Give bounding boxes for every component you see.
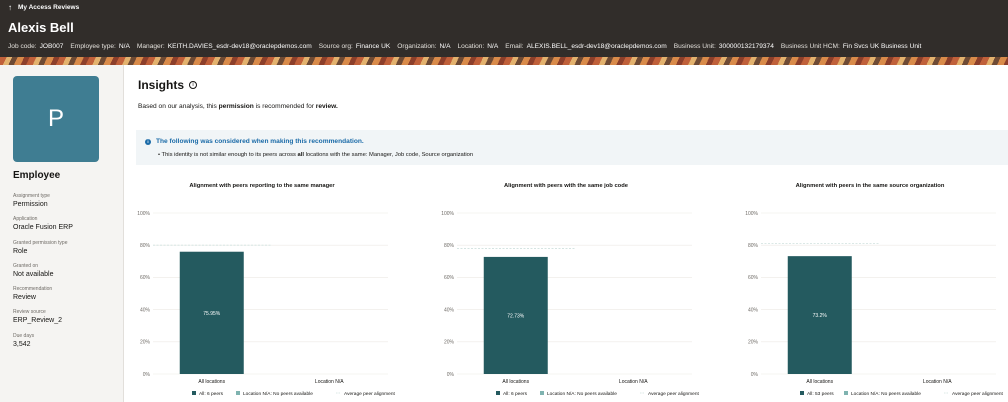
y-tick-label: 80% [140, 243, 151, 249]
attr-review-source: Review source ERP_Review_2 [13, 309, 63, 325]
x-tick-label: Location N/A [619, 379, 648, 385]
legend-label-location: Location N/A: No peers available [851, 391, 921, 397]
identity-name: Alexis Bell [8, 20, 74, 35]
attr-assignment-type: Assignment type Permission [13, 193, 50, 208]
x-tick-label: Location N/A [923, 379, 952, 385]
legend-label-all: All: 6 peers [199, 391, 224, 397]
page-header: ↑ My Access Reviews Alexis Bell Job code… [0, 0, 1008, 57]
legend-swatch-all [192, 391, 196, 395]
meta-email: Email: ALEXIS.BELL_esdr-dev18@oraclepdemo… [505, 43, 667, 50]
legend-swatch-all [496, 391, 500, 395]
y-tick-label: 60% [140, 275, 151, 281]
x-tick-label: All locations [502, 379, 529, 385]
legend-swatch-location [844, 391, 848, 395]
chart-title: Alignment with peers reporting to the sa… [189, 183, 335, 189]
legend-label-average: Average peer alignment [648, 391, 700, 397]
legend-label-location: Location N/A: No peers available [547, 391, 617, 397]
info-circle-icon: i [145, 138, 151, 145]
legend-swatch-location [236, 391, 240, 395]
y-tick-label: 20% [140, 340, 151, 346]
meta-manager: Manager: KEITH.DAVIES_esdr-dev18@oraclepd… [136, 43, 312, 50]
info-icon[interactable]: i [189, 81, 198, 89]
meta-employee-type: Employee type: N/A [70, 43, 130, 50]
header-decorative-banner [0, 57, 1008, 65]
bar-value-label: 73.2% [813, 313, 828, 319]
avatar: P [13, 76, 99, 162]
bar-value-label: 75.95% [203, 311, 221, 317]
attr-due-days: Due days 3,542 [13, 332, 35, 348]
legend-label-location: Location N/A: No peers available [243, 391, 313, 397]
recommendation-summary: Based on our analysis, this permission i… [138, 103, 338, 110]
y-tick-label: 60% [748, 275, 759, 281]
y-tick-label: 60% [444, 275, 455, 281]
meta-organization: Organization: N/A [397, 43, 451, 50]
y-tick-label: 100% [441, 211, 454, 217]
x-tick-label: All locations [806, 379, 833, 385]
y-tick-label: 0% [447, 372, 455, 378]
legend-label-average: Average peer alignment [344, 391, 396, 397]
y-tick-label: 0% [751, 372, 759, 378]
legend-label-all: All: 6 peers [503, 391, 528, 397]
meta-location: Location: N/A [457, 43, 499, 50]
insights-title-row: Insights i [138, 77, 198, 93]
attr-granted-permission-type: Granted permission type Role [13, 239, 68, 255]
y-tick-label: 100% [137, 211, 150, 217]
y-tick-label: 40% [444, 307, 455, 313]
back-link[interactable]: ↑ My Access Reviews [8, 3, 79, 13]
legend-label-all: All: 53 peers [807, 391, 834, 397]
back-link-label: My Access Reviews [18, 4, 80, 11]
assignment-sidebar: P Employee Assignment type Permission App… [0, 65, 124, 402]
y-tick-label: 40% [140, 307, 151, 313]
assignment-attributes: Assignment type Permission Application Ora… [13, 193, 118, 356]
insights-panel: Insights i Based on our analysis, this p… [124, 65, 1008, 402]
legend-swatch-location [540, 391, 544, 395]
bar-value-label: 72.73% [507, 313, 525, 319]
y-tick-label: 80% [444, 243, 455, 249]
y-tick-label: 0% [143, 372, 151, 378]
alignment-charts-svg: Alignment with peers reporting to the sa… [137, 183, 1004, 397]
meta-business-unit-hcm: Business Unit HCM: Fin Svcs UK Business U… [780, 43, 922, 50]
notice-title: The following was considered when making… [156, 138, 364, 145]
y-tick-label: 80% [748, 243, 759, 249]
y-tick-label: 40% [748, 307, 759, 313]
meta-source-org: Source org: Finance UK [318, 43, 391, 50]
page-title: Insights [138, 78, 185, 92]
y-tick-label: 20% [444, 340, 455, 346]
attr-recommendation: Recommendation Review [13, 286, 53, 302]
attr-granted-on: Granted on Not available [13, 262, 54, 278]
chart-title: Alignment with peers in the same source … [796, 183, 945, 189]
back-arrow-icon: ↑ [8, 3, 12, 12]
recommendation-notice: i The following was considered when maki… [136, 130, 1008, 165]
legend-swatch-all [800, 391, 804, 395]
x-tick-label: Location N/A [315, 379, 344, 385]
alignment-charts: Alignment with peers reporting to the sa… [124, 177, 1008, 402]
y-tick-label: 100% [745, 211, 758, 217]
avatar-letter: P [47, 105, 64, 132]
meta-job-code: Job code: JOB007 [8, 43, 64, 50]
meta-business-unit: Business Unit: 300000132179374 [673, 43, 774, 50]
chart-title: Alignment with peers with the same job c… [504, 183, 629, 189]
sidebar-title: Employee [13, 170, 61, 181]
legend-label-average: Average peer alignment [952, 391, 1004, 397]
x-tick-label: All locations [198, 379, 225, 385]
identity-meta: Job code: JOB007 Employee type: N/A Manage… [8, 42, 928, 52]
attr-application: Application Oracle Fusion ERP [13, 216, 73, 232]
notice-body: • This identity is not similar enough to… [158, 152, 474, 158]
y-tick-label: 20% [748, 340, 759, 346]
